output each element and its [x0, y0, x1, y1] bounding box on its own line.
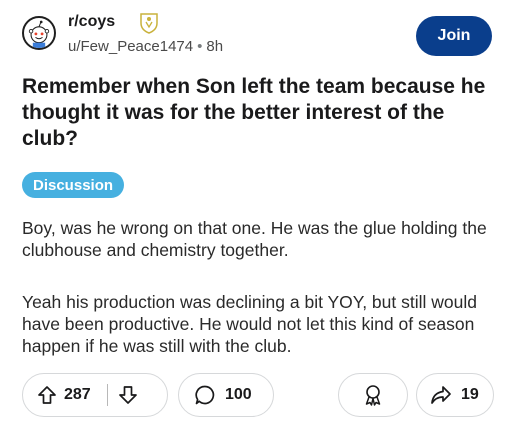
award-button[interactable]: [338, 373, 408, 417]
award-icon: [361, 383, 385, 407]
post-body-paragraph: Yeah his production was declining a bit …: [22, 292, 477, 356]
post-flair[interactable]: Discussion: [22, 172, 125, 198]
comment-bubble-icon: [193, 383, 217, 407]
club-crest-icon: [139, 12, 159, 34]
post-actions: 287 100 19: [22, 373, 494, 419]
comments-button[interactable]: 100: [178, 373, 274, 417]
join-button[interactable]: Join: [416, 16, 492, 56]
share-button[interactable]: 19: [416, 373, 494, 417]
post-title[interactable]: Remember when Son left the team because …: [22, 74, 494, 152]
post-header: r/coys u/Few_Peace1474 • 8h Join: [22, 12, 492, 60]
author-name[interactable]: u/Few_Peace1474: [68, 38, 193, 55]
arrow-up-icon[interactable]: [36, 384, 58, 406]
post-age: 8h: [206, 38, 224, 55]
post-body-paragraph: Boy, was he wrong on that one. He was th…: [22, 218, 487, 260]
comment-count: 100: [225, 386, 252, 403]
vote-control: 287: [22, 373, 168, 417]
share-arrow-icon: [429, 383, 453, 407]
meta-separator: •: [197, 38, 203, 55]
subreddit-avatar[interactable]: [22, 16, 56, 50]
post-meta: u/Few_Peace1474 • 8h: [68, 38, 223, 55]
vote-divider: [106, 384, 108, 406]
share-count: 19: [461, 386, 479, 403]
snoo-avatar-icon: [28, 20, 50, 48]
arrow-down-icon[interactable]: [117, 384, 139, 406]
vote-score: 287: [64, 386, 91, 403]
subreddit-name[interactable]: r/coys: [68, 13, 115, 31]
